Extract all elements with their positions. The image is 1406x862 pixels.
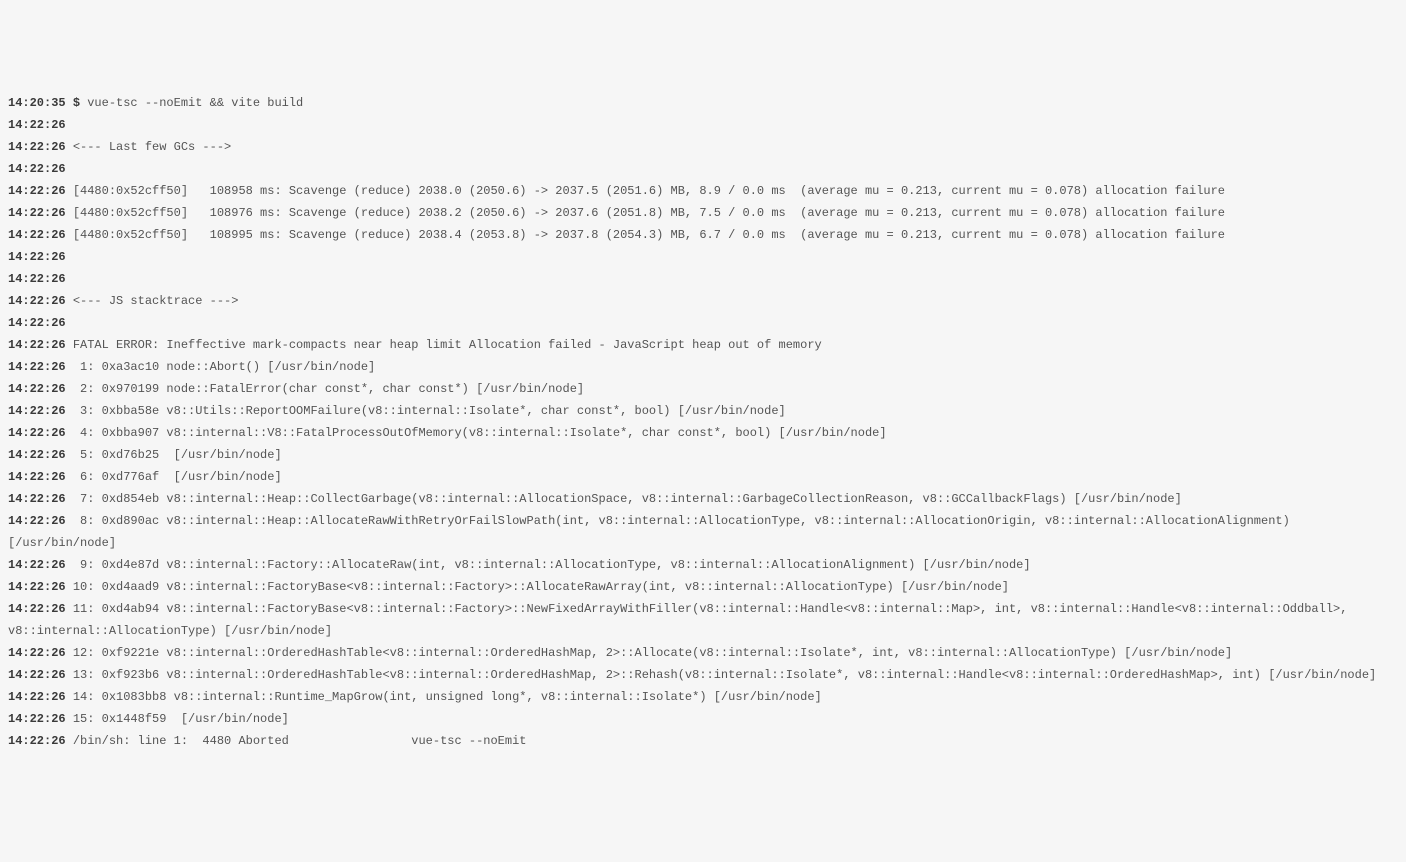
log-message: 1: 0xa3ac10 node::Abort() [/usr/bin/node… <box>73 360 375 374</box>
log-line: 14:22:26 [4480:0x52cff50] 108958 ms: Sca… <box>8 180 1398 202</box>
log-message: 15: 0x1448f59 [/usr/bin/node] <box>73 712 289 726</box>
log-line: 14:22:26 [4480:0x52cff50] 108976 ms: Sca… <box>8 202 1398 224</box>
log-line: 14:22:26 /bin/sh: line 1: 4480 Aborted v… <box>8 730 1398 752</box>
log-timestamp: 14:22:26 <box>8 426 66 440</box>
log-timestamp: 14:22:26 <box>8 558 66 572</box>
log-line: 14:22:26 8: 0xd890ac v8::internal::Heap:… <box>8 510 1398 554</box>
log-timestamp: 14:22:26 <box>8 272 66 286</box>
log-message: 7: 0xd854eb v8::internal::Heap::CollectG… <box>73 492 1182 506</box>
log-line: 14:22:26 12: 0xf9221e v8::internal::Orde… <box>8 642 1398 664</box>
log-timestamp: 14:22:26 <box>8 646 66 660</box>
log-timestamp: 14:22:26 <box>8 118 66 132</box>
log-timestamp: 14:22:26 <box>8 338 66 352</box>
log-line: 14:22:26 FATAL ERROR: Ineffective mark-c… <box>8 334 1398 356</box>
log-timestamp: 14:22:26 <box>8 162 66 176</box>
log-timestamp: 14:22:26 <box>8 602 66 616</box>
log-timestamp: 14:22:26 <box>8 492 66 506</box>
log-message: [4480:0x52cff50] 108958 ms: Scavenge (re… <box>73 184 1225 198</box>
log-message: vue-tsc --noEmit && vite build <box>87 96 303 110</box>
log-timestamp: 14:22:26 <box>8 140 66 154</box>
log-message: 6: 0xd776af [/usr/bin/node] <box>73 470 282 484</box>
log-timestamp: 14:22:26 <box>8 470 66 484</box>
log-timestamp: 14:22:26 <box>8 184 66 198</box>
log-message: /bin/sh: line 1: 4480 Aborted vue-tsc --… <box>73 734 527 748</box>
log-line: 14:22:26 5: 0xd76b25 [/usr/bin/node] <box>8 444 1398 466</box>
log-line: 14:22:26 11: 0xd4ab94 v8::internal::Fact… <box>8 598 1398 642</box>
log-message: 10: 0xd4aad9 v8::internal::FactoryBase<v… <box>73 580 1009 594</box>
log-message: 5: 0xd76b25 [/usr/bin/node] <box>73 448 282 462</box>
log-line: 14:22:26 <--- Last few GCs ---> <box>8 136 1398 158</box>
log-message: <--- JS stacktrace ---> <box>73 294 239 308</box>
log-message: 3: 0xbba58e v8::Utils::ReportOOMFailure(… <box>73 404 786 418</box>
log-message: 8: 0xd890ac v8::internal::Heap::Allocate… <box>8 514 1297 550</box>
log-line: 14:22:26 2: 0x970199 node::FatalError(ch… <box>8 378 1398 400</box>
log-line: 14:22:26 <box>8 246 1398 268</box>
log-line: 14:22:26 <box>8 114 1398 136</box>
log-timestamp: 14:20:35 <box>8 96 66 110</box>
log-line: 14:22:26 7: 0xd854eb v8::internal::Heap:… <box>8 488 1398 510</box>
log-timestamp: 14:22:26 <box>8 360 66 374</box>
log-timestamp: 14:22:26 <box>8 448 66 462</box>
log-line: 14:22:26 3: 0xbba58e v8::Utils::ReportOO… <box>8 400 1398 422</box>
log-line: 14:22:26 [4480:0x52cff50] 108995 ms: Sca… <box>8 224 1398 246</box>
log-line: 14:22:26 14: 0x1083bb8 v8::internal::Run… <box>8 686 1398 708</box>
shell-prompt: $ <box>73 96 80 110</box>
log-line: 14:22:26 6: 0xd776af [/usr/bin/node] <box>8 466 1398 488</box>
log-line: 14:22:26 <box>8 158 1398 180</box>
log-line: 14:22:26 <box>8 312 1398 334</box>
log-line: 14:22:26 13: 0xf923b6 v8::internal::Orde… <box>8 664 1398 686</box>
log-message: <--- Last few GCs ---> <box>73 140 231 154</box>
log-line: 14:22:26 1: 0xa3ac10 node::Abort() [/usr… <box>8 356 1398 378</box>
log-line: 14:22:26 <--- JS stacktrace ---> <box>8 290 1398 312</box>
log-line: 14:22:26 9: 0xd4e87d v8::internal::Facto… <box>8 554 1398 576</box>
log-line: 14:22:26 <box>8 268 1398 290</box>
log-message: [4480:0x52cff50] 108976 ms: Scavenge (re… <box>73 206 1225 220</box>
log-timestamp: 14:22:26 <box>8 712 66 726</box>
log-line: 14:22:26 10: 0xd4aad9 v8::internal::Fact… <box>8 576 1398 598</box>
terminal-output[interactable]: 14:20:35 $ vue-tsc --noEmit && vite buil… <box>8 92 1398 752</box>
log-message: 14: 0x1083bb8 v8::internal::Runtime_MapG… <box>73 690 822 704</box>
log-timestamp: 14:22:26 <box>8 228 66 242</box>
log-timestamp: 14:22:26 <box>8 294 66 308</box>
log-message: 12: 0xf9221e v8::internal::OrderedHashTa… <box>73 646 1232 660</box>
log-message: 9: 0xd4e87d v8::internal::Factory::Alloc… <box>73 558 1031 572</box>
log-timestamp: 14:22:26 <box>8 690 66 704</box>
log-message: 4: 0xbba907 v8::internal::V8::FatalProce… <box>73 426 887 440</box>
log-message: 2: 0x970199 node::FatalError(char const*… <box>73 382 584 396</box>
log-timestamp: 14:22:26 <box>8 206 66 220</box>
log-timestamp: 14:22:26 <box>8 514 66 528</box>
log-timestamp: 14:22:26 <box>8 382 66 396</box>
log-timestamp: 14:22:26 <box>8 316 66 330</box>
log-line: 14:22:26 4: 0xbba907 v8::internal::V8::F… <box>8 422 1398 444</box>
log-message: 11: 0xd4ab94 v8::internal::FactoryBase<v… <box>8 602 1355 638</box>
log-line: 14:20:35 $ vue-tsc --noEmit && vite buil… <box>8 92 1398 114</box>
log-message: [4480:0x52cff50] 108995 ms: Scavenge (re… <box>73 228 1225 242</box>
log-line: 14:22:26 15: 0x1448f59 [/usr/bin/node] <box>8 708 1398 730</box>
log-timestamp: 14:22:26 <box>8 404 66 418</box>
log-message: FATAL ERROR: Ineffective mark-compacts n… <box>73 338 822 352</box>
log-timestamp: 14:22:26 <box>8 734 66 748</box>
log-message: 13: 0xf923b6 v8::internal::OrderedHashTa… <box>73 668 1376 682</box>
log-timestamp: 14:22:26 <box>8 250 66 264</box>
log-timestamp: 14:22:26 <box>8 580 66 594</box>
log-timestamp: 14:22:26 <box>8 668 66 682</box>
